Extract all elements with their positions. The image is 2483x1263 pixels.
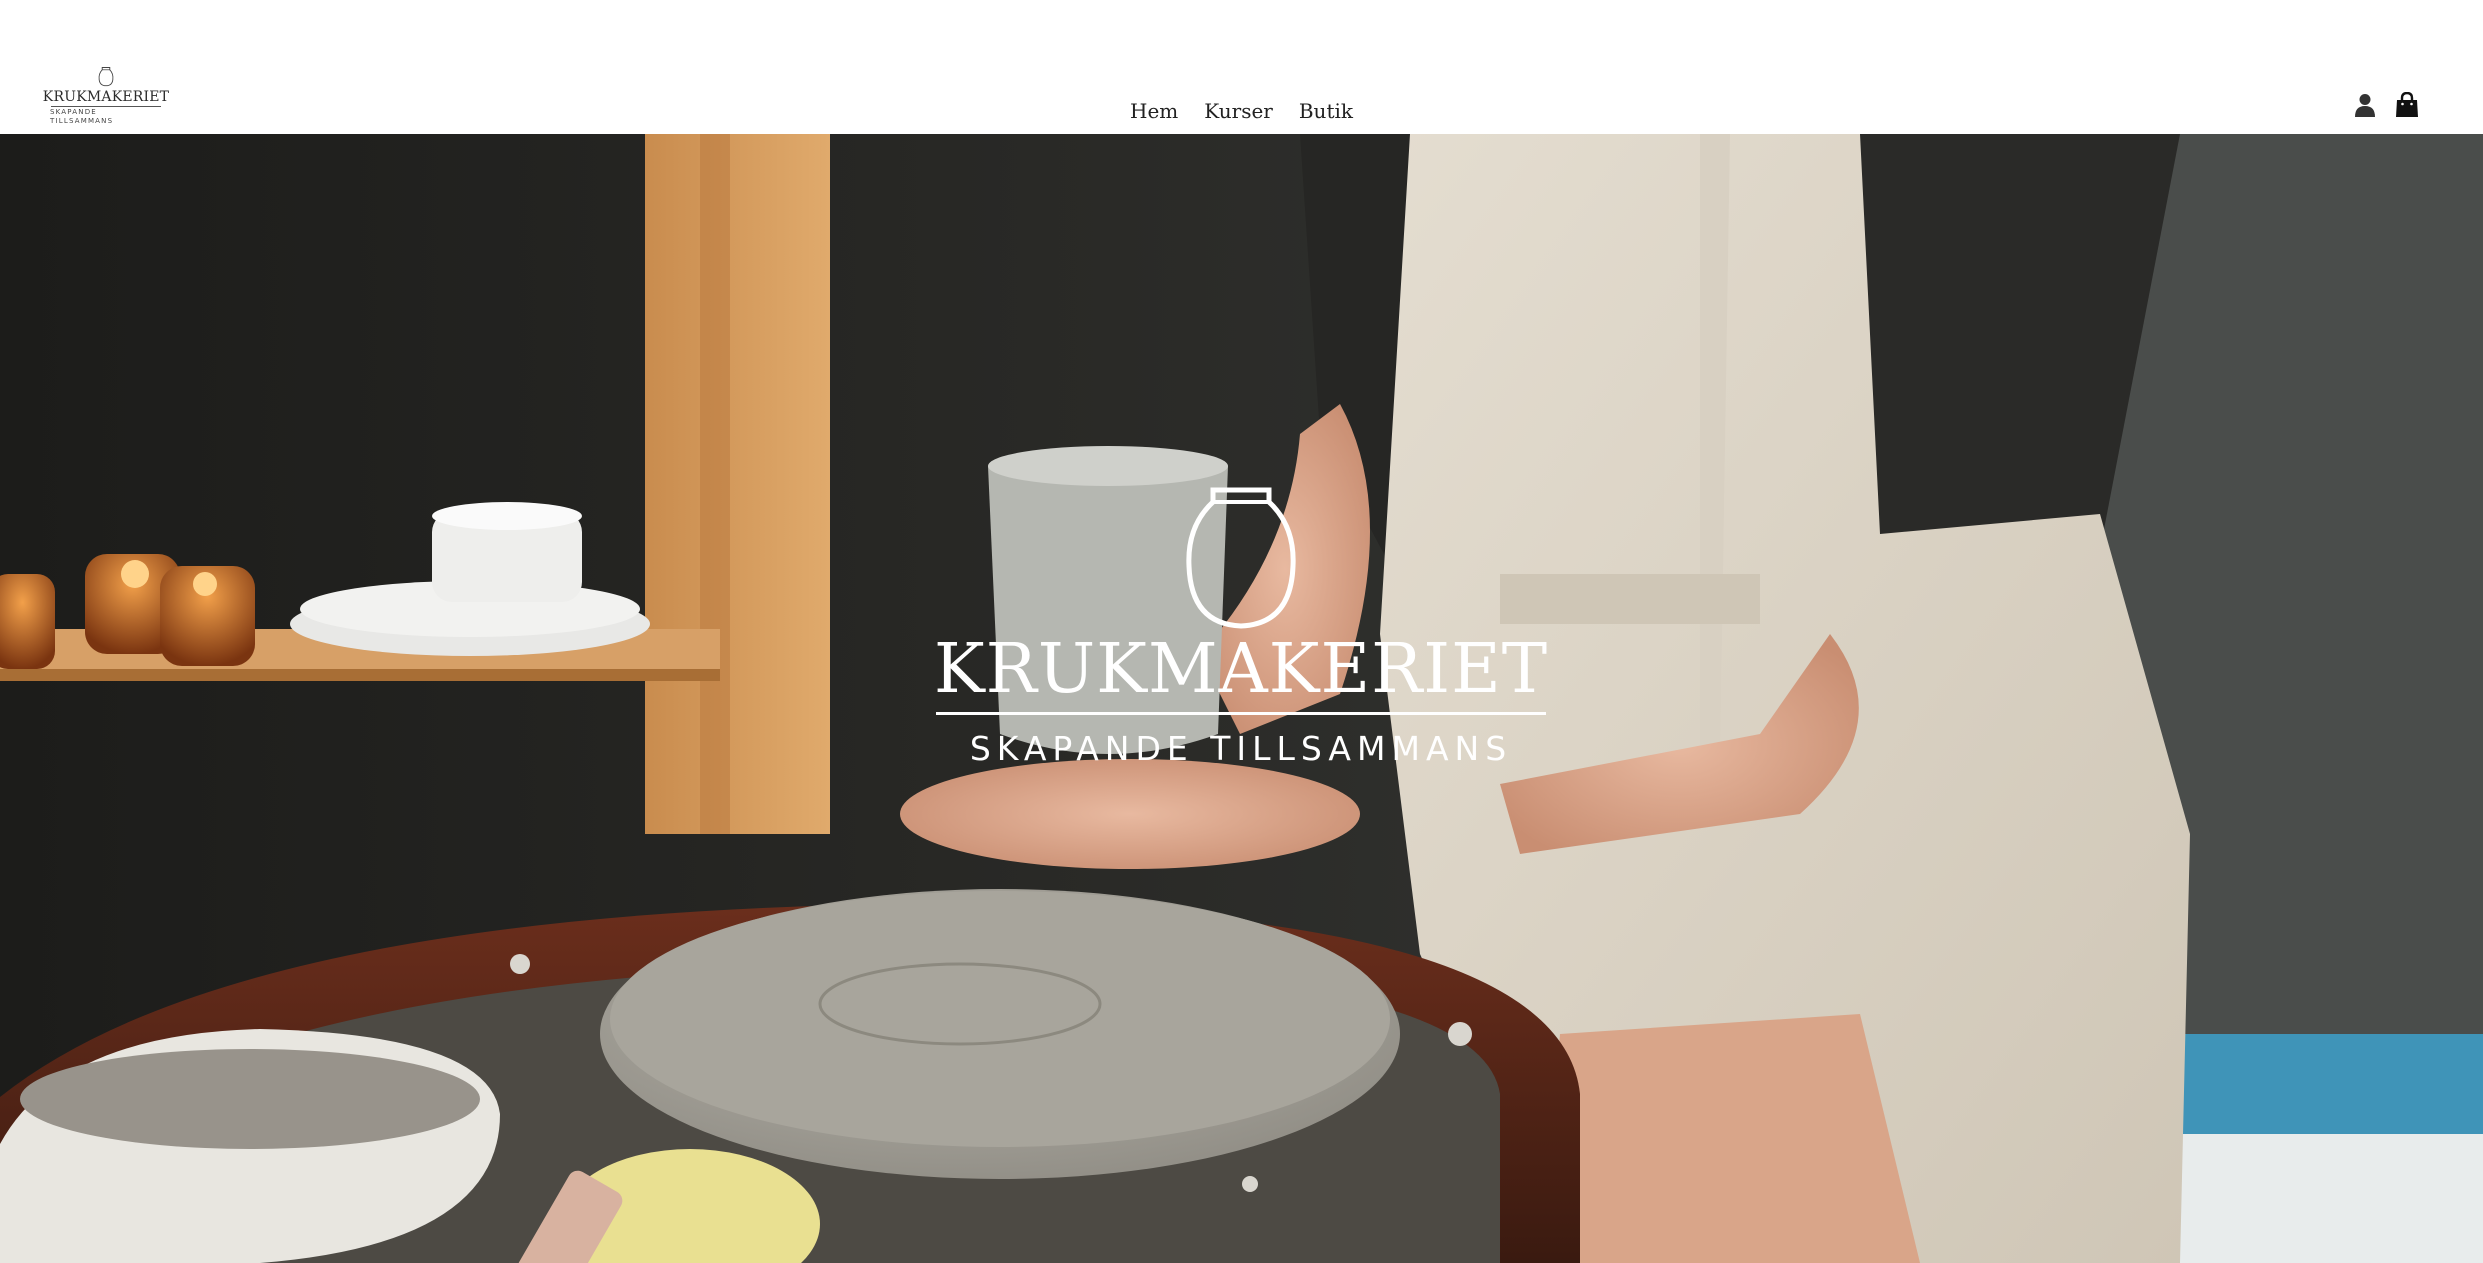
logo-title: KRUKMAKERIET	[42, 89, 170, 106]
nav-item-kurser[interactable]: Kurser	[1204, 96, 1273, 126]
shopping-bag-icon	[2396, 92, 2418, 117]
hero-title: KRUKMAKERIET	[933, 630, 1549, 709]
user-icon	[2355, 94, 2375, 117]
hero-divider	[936, 712, 1546, 715]
hero-banner: KRUKMAKERIET SKAPANDE TILLSAMMANS	[0, 134, 2483, 1263]
account-button[interactable]	[2353, 92, 2377, 118]
header-actions	[2353, 92, 2419, 118]
hero-tagline: SKAPANDE TILLSAMMANS	[969, 729, 1513, 768]
cart-button[interactable]	[2395, 92, 2419, 118]
main-nav: Hem Kurser Butik	[1130, 96, 1379, 126]
jar-icon	[1186, 487, 1296, 629]
site-logo[interactable]: KRUKMAKERIET SKAPANDE TILLSAMMANS	[43, 66, 169, 126]
nav-item-butik[interactable]: Butik	[1299, 96, 1353, 126]
jar-icon	[98, 67, 114, 87]
logo-tagline: SKAPANDE TILLSAMMANS	[50, 108, 114, 125]
hero-logo: KRUKMAKERIET SKAPANDE TILLSAMMANS	[933, 486, 1549, 926]
site-header: KRUKMAKERIET SKAPANDE TILLSAMMANS Hem Ku…	[0, 0, 2483, 134]
logo-divider	[51, 106, 161, 107]
nav-item-hem[interactable]: Hem	[1130, 96, 1178, 126]
